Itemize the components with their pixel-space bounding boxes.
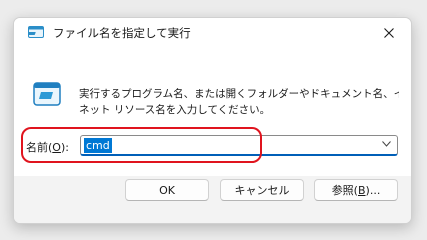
cancel-button[interactable]: キャンセル [220, 179, 304, 201]
run-program-icon [33, 82, 61, 106]
browse-button[interactable]: 参照(B)... [314, 179, 398, 201]
run-dialog: ファイル名を指定して実行 実行するプログラム名、または開くフォルダーやドキュメン… [13, 17, 412, 224]
browse-label-accesskey: B [357, 183, 366, 197]
description-line-1: 実行するプログラム名、または開くフォルダーやドキュメント名、インター [79, 88, 399, 100]
chevron-down-icon[interactable] [382, 141, 391, 147]
browse-label-suffix: )... [365, 183, 381, 197]
description-text: 実行するプログラム名、または開くフォルダーやドキュメント名、インター ネット リ… [79, 86, 399, 118]
close-icon [384, 28, 394, 38]
ok-button[interactable]: OK [125, 179, 209, 201]
annotation-outline [21, 127, 262, 163]
title-bar: ファイル名を指定して実行 [14, 18, 411, 48]
description-line-2: ネット リソース名を入力してください。 [79, 104, 271, 116]
window-title: ファイル名を指定して実行 [53, 26, 191, 40]
run-icon [28, 26, 44, 38]
browse-label-prefix: 参照( [331, 184, 358, 197]
close-button[interactable] [367, 18, 411, 48]
